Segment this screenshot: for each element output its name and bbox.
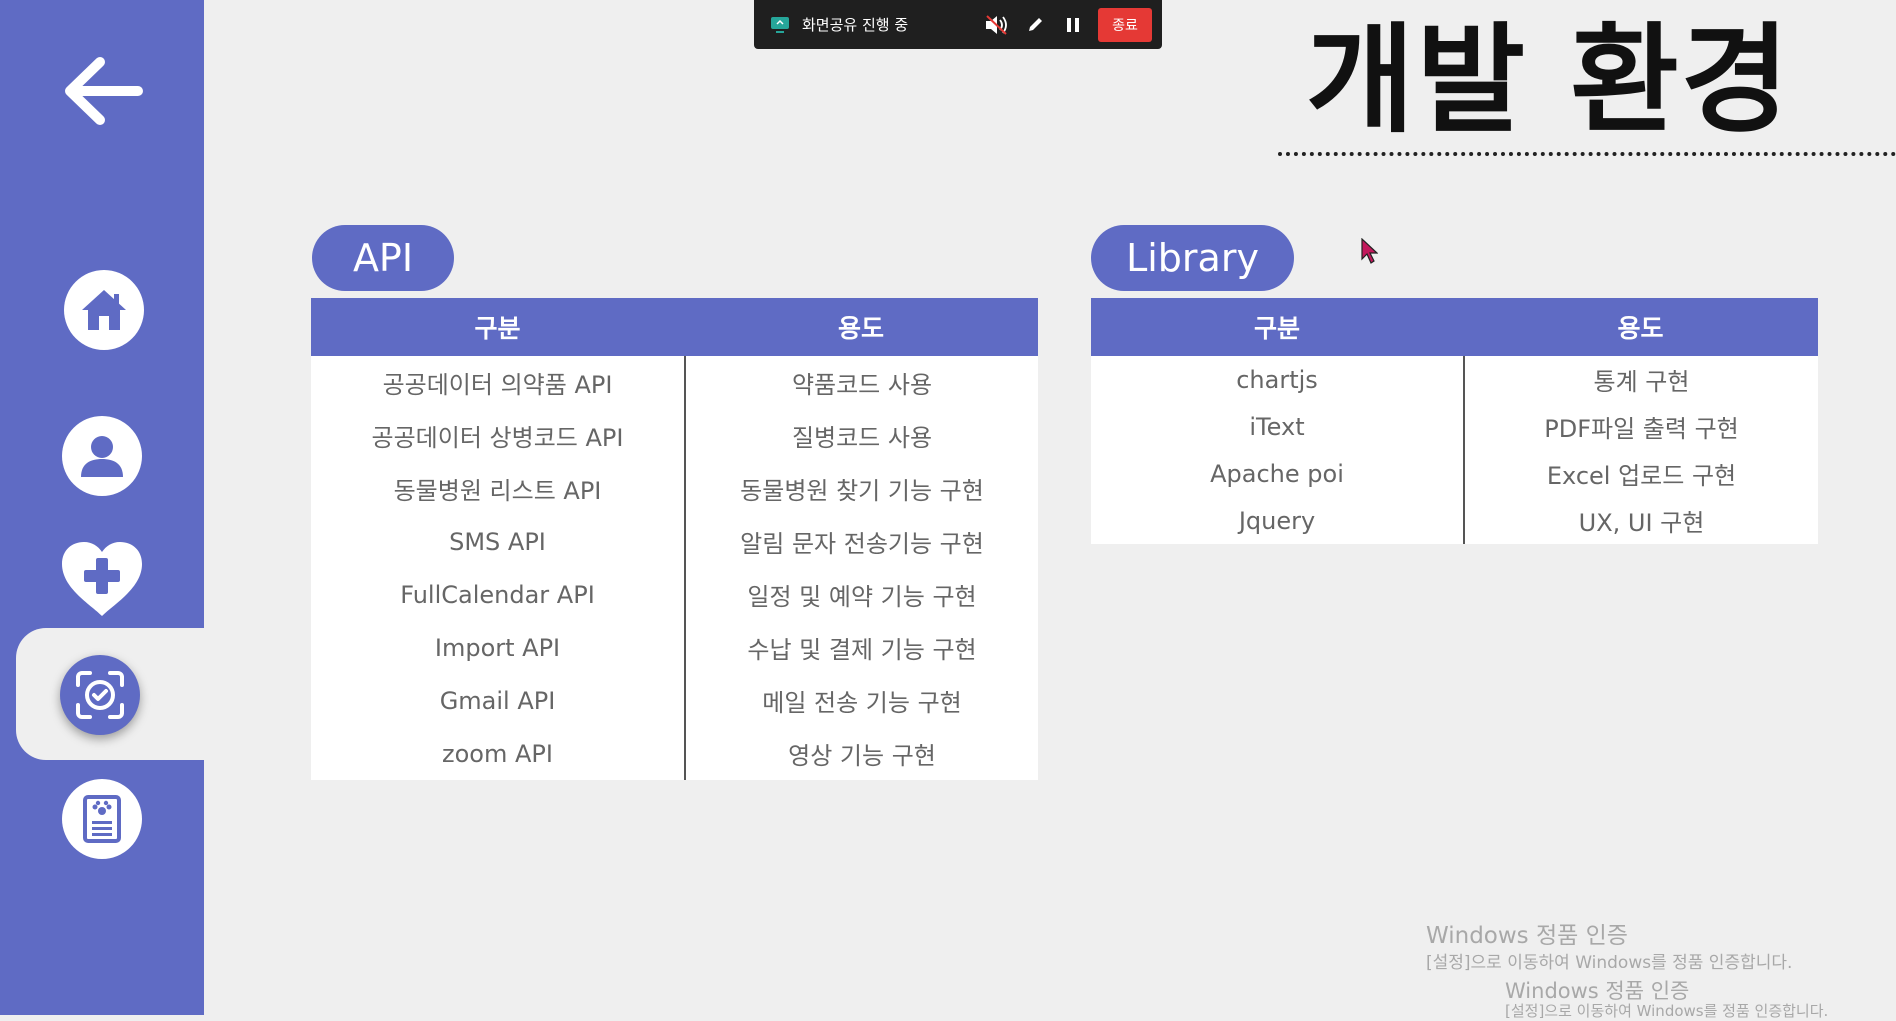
back-button[interactable] xyxy=(60,54,146,128)
end-share-button[interactable]: 종료 xyxy=(1098,7,1152,42)
share-status-text: 화면공유 진행 중 xyxy=(802,16,909,34)
table-cell: zoom API xyxy=(442,739,553,768)
sidebar-item-record[interactable] xyxy=(62,779,142,859)
table-cell: 약품코드 사용 xyxy=(791,371,933,399)
sidebar xyxy=(0,0,204,1015)
table-cell: PDF파일 출력 구현 xyxy=(1544,415,1739,443)
table-cell: 알림 문자 전송기능 구현 xyxy=(740,530,984,558)
table-cell: iText xyxy=(1249,412,1305,441)
table-cell: Import API xyxy=(434,633,561,662)
page-title: 개발 환경 xyxy=(1306,11,1792,149)
annotate-button[interactable] xyxy=(1022,12,1048,38)
table-cell: Jquery xyxy=(1238,506,1316,535)
home-icon xyxy=(82,290,126,330)
api-section-label: API xyxy=(312,225,454,291)
library-category-column: chartjs iText Apache poi Jquery xyxy=(1091,356,1463,544)
table-cell: 공공데이터 상병코드 API xyxy=(371,424,624,452)
title-divider xyxy=(1278,152,1896,156)
table-cell: chartjs xyxy=(1236,365,1318,394)
screen-share-icon xyxy=(771,16,789,33)
table-cell: 수납 및 결제 기능 구현 xyxy=(747,636,977,664)
paw-document-icon xyxy=(83,795,121,843)
table-cell: 일정 및 예약 기능 구현 xyxy=(747,583,977,611)
user-icon xyxy=(81,436,123,477)
api-header-usage: 용도 xyxy=(837,314,884,343)
table-cell: 동물병원 찾기 기능 구현 xyxy=(740,477,984,505)
watermark-subtitle-duplicate: [설정]으로 이동하여 Windows를 정품 인증합니다. xyxy=(1505,1002,1829,1020)
sidebar-item-health[interactable] xyxy=(60,540,144,620)
api-category-column: 공공데이터 의약품 API 공공데이터 상병코드 API 동물병원 리스트 AP… xyxy=(311,356,684,780)
api-table: 구분 용도 공공데이터 의약품 API 공공데이터 상병코드 API 동물병원 … xyxy=(311,298,1038,780)
library-header-usage: 용도 xyxy=(1617,314,1664,343)
table-cell: Excel 업로드 구현 xyxy=(1546,462,1737,490)
library-usage-column: 통계 구현 PDF파일 출력 구현 Excel 업로드 구현 UX, UI 구현 xyxy=(1463,356,1818,544)
watermark-title: Windows 정품 인증 xyxy=(1426,923,1628,949)
scan-check-icon xyxy=(76,671,124,719)
speaker-muted-icon xyxy=(986,14,1007,35)
table-cell: 동물병원 리스트 API xyxy=(393,477,602,505)
library-table: 구분 용도 chartjs iText Apache poi Jquery 통계… xyxy=(1091,298,1818,544)
library-table-header: 구분 용도 xyxy=(1091,298,1818,356)
sidebar-item-scan[interactable] xyxy=(60,655,140,735)
table-cell: UX, UI 구현 xyxy=(1578,509,1705,537)
library-header-category: 구분 xyxy=(1253,314,1300,343)
table-cell: 통계 구현 xyxy=(1593,368,1690,396)
screen-share-bar: 화면공유 진행 중 종료 xyxy=(754,0,1162,49)
table-cell: Gmail API xyxy=(439,686,556,715)
table-cell: 메일 전송 기능 구현 xyxy=(762,689,962,717)
table-cell: 질병코드 사용 xyxy=(791,424,933,452)
table-cell: 공공데이터 의약품 API xyxy=(382,371,613,399)
watermark-subtitle: [설정]으로 이동하여 Windows를 정품 인증합니다. xyxy=(1426,953,1793,973)
pause-button[interactable] xyxy=(1060,12,1086,38)
sidebar-item-user[interactable] xyxy=(62,416,142,496)
api-table-header: 구분 용도 xyxy=(311,298,1038,356)
table-cell: FullCalendar API xyxy=(400,580,595,609)
table-cell: Apache poi xyxy=(1210,459,1344,488)
api-usage-column: 약품코드 사용 질병코드 사용 동물병원 찾기 기능 구현 알림 문자 전송기능… xyxy=(684,356,1038,780)
pencil-icon xyxy=(1029,17,1042,31)
sidebar-item-home[interactable] xyxy=(64,270,144,350)
pause-icon xyxy=(1067,17,1079,32)
table-cell: 영상 기능 구현 xyxy=(788,742,936,770)
arrow-left-icon xyxy=(65,57,143,125)
table-cell: SMS API xyxy=(449,527,546,556)
api-header-category: 구분 xyxy=(474,314,521,343)
mouse-cursor-icon xyxy=(1361,238,1378,264)
library-section-label: Library xyxy=(1091,225,1294,291)
heart-plus-icon xyxy=(62,542,142,616)
mute-button[interactable] xyxy=(984,12,1010,38)
